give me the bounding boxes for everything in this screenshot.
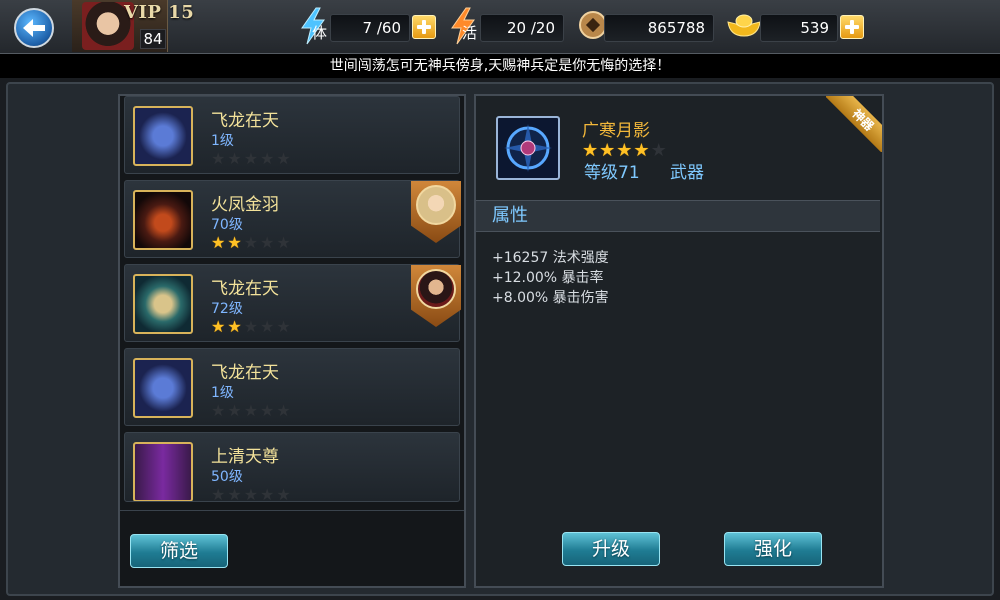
attribute-line: +16257 法术强度 bbox=[492, 250, 609, 266]
selected-weapon-level: 等级71 bbox=[584, 163, 640, 183]
star-icon: ★ bbox=[227, 401, 242, 420]
star-icon: ★ bbox=[650, 140, 667, 161]
attribute-line: +8.00% 暴击伤害 bbox=[492, 290, 609, 306]
weapon-list-item[interactable]: 上清天尊 50级 ★ ★ ★ ★ ★ bbox=[124, 432, 460, 502]
equipped-hero-badge bbox=[411, 265, 461, 327]
weapon-level: 1级 bbox=[211, 133, 234, 149]
enhance-button[interactable]: 强化 bbox=[724, 532, 822, 566]
weapon-stars: ★ ★ ★ ★ ★ bbox=[211, 403, 291, 419]
star-icon: ★ bbox=[227, 485, 242, 502]
weapon-list-item[interactable]: 飞龙在天 1级 ★ ★ ★ ★ ★ bbox=[124, 348, 460, 426]
star-icon: ★ bbox=[260, 149, 275, 168]
weapon-armor-icon bbox=[133, 274, 193, 334]
star-icon: ★ bbox=[211, 317, 226, 336]
vip-label: VIP 15 bbox=[124, 2, 195, 23]
star-icon: ★ bbox=[260, 317, 275, 336]
star-icon: ★ bbox=[243, 233, 259, 252]
star-icon: ★ bbox=[260, 233, 275, 252]
weapon-stars: ★ ★ ★ ★ ★ bbox=[211, 487, 291, 502]
upgrade-button[interactable]: 升级 bbox=[562, 532, 660, 566]
coins-value: 865788 bbox=[604, 14, 714, 42]
list-divider bbox=[120, 510, 464, 511]
weapon-phoenix-icon bbox=[133, 190, 193, 250]
star-icon: ★ bbox=[227, 317, 242, 336]
star-icon: ★ bbox=[260, 401, 275, 420]
star-icon: ★ bbox=[227, 233, 242, 252]
filter-button[interactable]: 筛选 bbox=[130, 534, 228, 568]
weapon-list-item[interactable]: 火凤金羽 70级 ★ ★ ★ ★ ★ bbox=[124, 180, 461, 258]
star-icon: ★ bbox=[276, 149, 291, 168]
selected-weapon-icon bbox=[496, 116, 560, 180]
weapon-name: 上清天尊 bbox=[211, 447, 279, 467]
vitality-value: 20 /20 bbox=[480, 14, 564, 42]
weapon-level: 72级 bbox=[211, 301, 243, 317]
weapon-dragon-icon bbox=[133, 358, 193, 418]
weapon-stars: ★ ★ ★ ★ ★ bbox=[211, 319, 291, 335]
hero-avatar bbox=[416, 185, 456, 225]
star-icon: ★ bbox=[276, 485, 291, 502]
selected-weapon-name: 广寒月影 bbox=[582, 121, 650, 141]
weapon-level: 50级 bbox=[211, 469, 243, 485]
stamina-value: 7 /60 bbox=[330, 14, 410, 42]
stamina-label: 体 bbox=[312, 24, 328, 42]
star-icon: ★ bbox=[211, 401, 226, 420]
attribute-line: +12.00% 暴击率 bbox=[492, 270, 604, 286]
hero-avatar bbox=[416, 269, 456, 309]
weapon-name: 飞龙在天 bbox=[211, 363, 279, 383]
equipped-hero-badge bbox=[411, 181, 461, 243]
weapon-list-item[interactable]: 飞龙在天 72级 ★ ★ ★ ★ ★ bbox=[124, 264, 461, 342]
star-icon: ★ bbox=[276, 233, 291, 252]
attributes-header: 属性 bbox=[476, 200, 880, 232]
weapon-list-item[interactable]: 飞龙在天 1级 ★ ★ ★ ★ ★ bbox=[124, 96, 460, 174]
player-level: 84 bbox=[140, 29, 166, 49]
weapon-name: 飞龙在天 bbox=[211, 279, 279, 299]
gold-ingot-icon bbox=[727, 14, 761, 37]
add-stamina-button[interactable] bbox=[412, 15, 436, 39]
artifact-ribbon-label: 神器 bbox=[826, 96, 882, 152]
star-icon: ★ bbox=[276, 401, 291, 420]
add-ingots-button[interactable] bbox=[840, 15, 864, 39]
star-icon: ★ bbox=[211, 485, 226, 502]
ingots-value: 539 bbox=[760, 14, 838, 42]
star-icon: ★ bbox=[243, 317, 259, 336]
notice-banner: 世间闯荡怎可无神兵傍身,天赐神兵定是你无悔的选择！ bbox=[0, 54, 1000, 78]
star-icon: ★ bbox=[243, 401, 259, 420]
star-icon: ★ bbox=[227, 149, 242, 168]
moon-shield-icon bbox=[504, 124, 552, 172]
star-icon: ★ bbox=[276, 317, 291, 336]
weapon-level: 70级 bbox=[211, 217, 243, 233]
selected-weapon-type: 武器 bbox=[670, 163, 704, 183]
weapon-name: 飞龙在天 bbox=[211, 111, 279, 131]
weapon-stars: ★ ★ ★ ★ ★ bbox=[211, 151, 291, 167]
weapon-level: 1级 bbox=[211, 385, 234, 401]
star-icon: ★ bbox=[211, 149, 226, 168]
back-button[interactable] bbox=[14, 8, 54, 48]
vitality-label: 活 bbox=[462, 24, 478, 42]
weapon-dragon-icon bbox=[133, 106, 193, 166]
weapon-name: 火凤金羽 bbox=[211, 195, 279, 215]
star-icon: ★ bbox=[243, 485, 259, 502]
star-icon: ★ bbox=[243, 149, 259, 168]
back-arrow-icon bbox=[23, 19, 45, 37]
star-icon: ★ bbox=[260, 485, 275, 502]
artifact-ribbon: 神器 bbox=[826, 96, 882, 152]
star-icon: ★ bbox=[211, 233, 226, 252]
weapon-stars: ★ ★ ★ ★ ★ bbox=[211, 235, 291, 251]
weapon-staff-icon bbox=[133, 442, 193, 501]
weapon-list-panel: 飞龙在天 1级 ★ ★ ★ ★ ★ 火凤金羽 70级 ★ ★ ★ ★ ★ 飞龙在天 72级 ★ ★… bbox=[118, 94, 466, 588]
